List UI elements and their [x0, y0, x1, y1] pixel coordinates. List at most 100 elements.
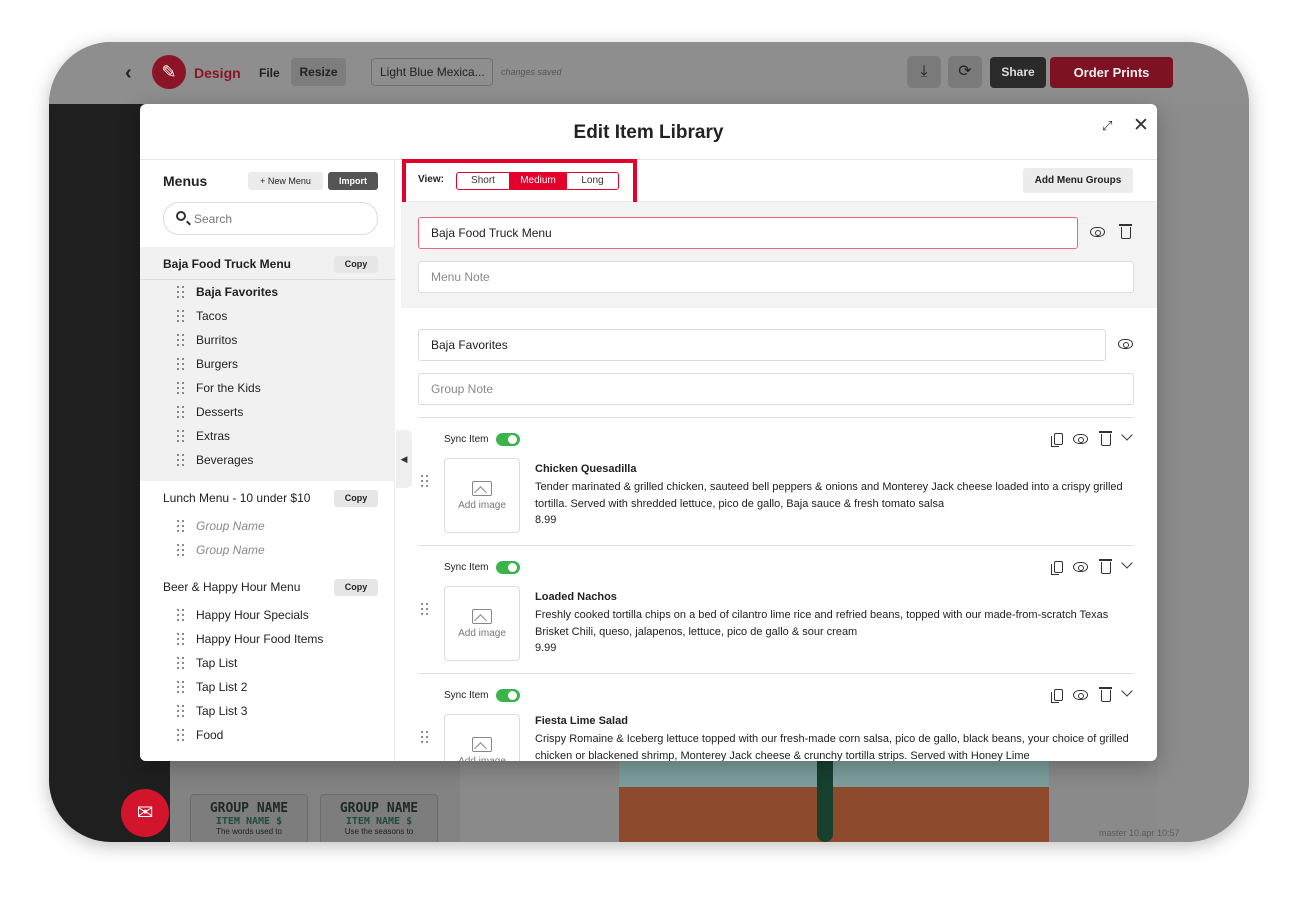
group-label[interactable]: Happy Hour Food Items: [196, 632, 323, 646]
download-icon[interactable]: ⤓: [907, 56, 941, 88]
new-menu-button[interactable]: + New Menu: [248, 172, 323, 190]
menu-name[interactable]: Lunch Menu - 10 under $10: [163, 491, 310, 505]
item-name[interactable]: Fiesta Lime Salad: [535, 715, 628, 727]
sync-toggle[interactable]: [496, 433, 520, 446]
group-label[interactable]: Group Name: [196, 519, 265, 533]
menu-header[interactable]: Beer & Happy Hour Menu Copy: [140, 570, 395, 603]
view-short-option[interactable]: Short: [457, 173, 510, 189]
add-image-button[interactable]: Add image: [444, 458, 520, 533]
group-label[interactable]: Tap List 2: [196, 680, 247, 694]
document-name[interactable]: Light Blue Mexica...: [371, 58, 493, 86]
trash-icon[interactable]: [1099, 559, 1112, 574]
back-icon[interactable]: ‹: [125, 62, 132, 85]
drag-handle-icon[interactable]: [177, 729, 185, 741]
chat-icon[interactable]: ✉: [121, 789, 169, 837]
item-description[interactable]: Freshly cooked tortilla chips on a bed o…: [535, 607, 1135, 641]
copy-button[interactable]: Copy: [334, 490, 378, 507]
copy-button[interactable]: Copy: [334, 256, 378, 273]
group-label[interactable]: Happy Hour Specials: [196, 608, 309, 622]
item-price[interactable]: 8.99: [535, 514, 556, 526]
refresh-icon[interactable]: ⟳: [948, 56, 982, 88]
group-item[interactable]: Happy Hour Specials: [140, 603, 395, 627]
group-label[interactable]: Baja Favorites: [196, 285, 278, 299]
group-label[interactable]: Burritos: [196, 333, 237, 347]
drag-handle-icon[interactable]: [177, 310, 185, 322]
group-item[interactable]: For the Kids: [140, 376, 395, 400]
file-menu[interactable]: File: [259, 66, 280, 80]
item-description[interactable]: Tender marinated & grilled chicken, saut…: [535, 479, 1135, 513]
group-item[interactable]: Extras: [140, 424, 395, 448]
drag-handle-icon[interactable]: [177, 705, 185, 717]
eye-icon[interactable]: [1073, 434, 1088, 444]
group-item[interactable]: Tap List 3: [140, 699, 395, 723]
eye-icon[interactable]: [1073, 562, 1088, 572]
group-label[interactable]: Food: [196, 728, 223, 742]
add-image-button[interactable]: Add image: [444, 714, 520, 761]
group-item[interactable]: Group Name: [140, 514, 395, 538]
menu-name[interactable]: Beer & Happy Hour Menu: [163, 580, 300, 594]
close-icon[interactable]: ✕: [1133, 114, 1149, 137]
group-item[interactable]: Burgers: [140, 352, 395, 376]
drag-handle-icon[interactable]: [177, 544, 185, 556]
duplicate-icon[interactable]: [1051, 561, 1063, 575]
group-label[interactable]: Desserts: [196, 405, 243, 419]
group-template-card[interactable]: GROUP NAME ITEM NAME $ The words used to: [190, 794, 308, 842]
chevron-down-icon[interactable]: [1121, 685, 1133, 697]
group-label[interactable]: Tap List 3: [196, 704, 247, 718]
sync-toggle[interactable]: [496, 561, 520, 574]
search-input[interactable]: [194, 209, 364, 229]
group-item[interactable]: Food: [140, 723, 395, 747]
drag-handle-icon[interactable]: [177, 382, 185, 394]
drag-handle-icon[interactable]: [177, 358, 185, 370]
menu-note-field[interactable]: Menu Note: [418, 261, 1134, 293]
menu-name[interactable]: Baja Food Truck Menu: [163, 257, 291, 271]
group-item[interactable]: Group Name: [140, 538, 395, 562]
eye-icon[interactable]: [1090, 227, 1105, 237]
group-item[interactable]: Tap List 2: [140, 675, 395, 699]
drag-handle-icon[interactable]: [177, 520, 185, 532]
eye-icon[interactable]: [1073, 690, 1088, 700]
chevron-down-icon[interactable]: [1121, 429, 1133, 441]
group-label[interactable]: Group Name: [196, 543, 265, 557]
group-item[interactable]: Happy Hour Food Items: [140, 627, 395, 651]
drag-handle-icon[interactable]: [177, 454, 185, 466]
group-label[interactable]: For the Kids: [196, 381, 261, 395]
trash-icon[interactable]: [1119, 224, 1132, 239]
duplicate-icon[interactable]: [1051, 433, 1063, 447]
expand-icon[interactable]: ⤢: [1102, 118, 1112, 134]
drag-handle-icon[interactable]: [177, 406, 185, 418]
menu-header[interactable]: Baja Food Truck Menu Copy: [140, 247, 395, 280]
group-item[interactable]: Burritos: [140, 328, 395, 352]
group-label[interactable]: Extras: [196, 429, 230, 443]
drag-handle-icon[interactable]: [177, 633, 185, 645]
drag-handle-icon[interactable]: [421, 475, 429, 487]
drag-handle-icon[interactable]: [177, 657, 185, 669]
group-item[interactable]: Beverages: [140, 448, 395, 472]
drag-handle-icon[interactable]: [177, 681, 185, 693]
add-image-button[interactable]: Add image: [444, 586, 520, 661]
group-item[interactable]: Baja Favorites: [140, 280, 395, 304]
group-name-field[interactable]: Baja Favorites: [418, 329, 1106, 361]
resize-button[interactable]: Resize: [291, 58, 346, 86]
group-label[interactable]: Beverages: [196, 453, 253, 467]
group-template-card[interactable]: GROUP NAME ITEM NAME $ Use the seasons t…: [320, 794, 438, 842]
add-menu-groups-button[interactable]: Add Menu Groups: [1023, 168, 1133, 193]
copy-button[interactable]: Copy: [334, 579, 378, 596]
group-label[interactable]: Burgers: [196, 357, 238, 371]
item-price[interactable]: 9.99: [535, 642, 556, 654]
share-button[interactable]: Share: [990, 57, 1046, 88]
drag-handle-icon[interactable]: [177, 286, 185, 298]
item-description[interactable]: Crispy Romaine & Iceberg lettuce topped …: [535, 731, 1135, 761]
import-button[interactable]: Import: [328, 172, 378, 190]
trash-icon[interactable]: [1099, 431, 1112, 446]
group-label[interactable]: Tap List: [196, 656, 237, 670]
menu-header[interactable]: Lunch Menu - 10 under $10 Copy: [140, 481, 395, 514]
item-name[interactable]: Loaded Nachos: [535, 591, 617, 603]
group-item[interactable]: Desserts: [140, 400, 395, 424]
design-label[interactable]: Design: [194, 65, 241, 81]
drag-handle-icon[interactable]: [177, 609, 185, 621]
drag-handle-icon[interactable]: [177, 430, 185, 442]
order-prints-button[interactable]: Order Prints: [1050, 57, 1173, 88]
duplicate-icon[interactable]: [1051, 689, 1063, 703]
sync-toggle[interactable]: [496, 689, 520, 702]
